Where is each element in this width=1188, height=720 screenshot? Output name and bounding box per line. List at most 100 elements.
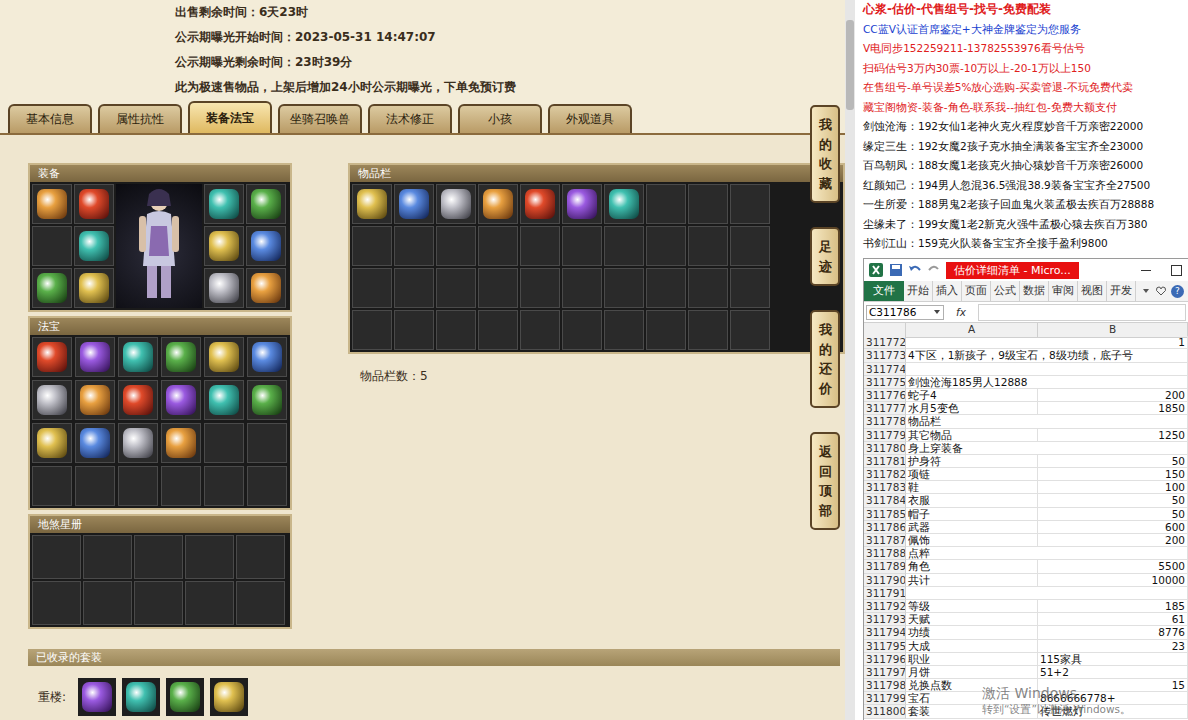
fabao-slot[interactable] [32, 466, 72, 506]
row-header[interactable]: 311798 [864, 679, 906, 692]
inventory-slot[interactable] [394, 184, 434, 224]
row-header[interactable]: 311799 [864, 692, 906, 705]
cell[interactable]: 其它物品 [906, 429, 1038, 442]
inventory-slot[interactable] [604, 184, 644, 224]
cell[interactable]: 100 [1038, 481, 1188, 494]
row-header[interactable]: 311772 [864, 336, 906, 349]
cell[interactable]: 50 [1038, 494, 1188, 507]
row-header[interactable]: 311781 [864, 455, 906, 468]
cell[interactable]: 角色 [906, 560, 1038, 573]
cell[interactable]: 鞋 [906, 481, 1038, 494]
side-button[interactable]: 我的收藏 [810, 105, 840, 203]
inventory-slot[interactable] [520, 226, 560, 266]
inventory-slot[interactable] [436, 268, 476, 308]
inventory-slot[interactable] [604, 268, 644, 308]
cell[interactable]: 115家具 [1038, 653, 1188, 666]
row-header[interactable]: 311793 [864, 613, 906, 626]
minimize-button[interactable] [1138, 263, 1154, 277]
inventory-slot[interactable] [436, 226, 476, 266]
inventory-slot[interactable] [646, 226, 686, 266]
equipment-slot[interactable] [204, 184, 244, 224]
save-icon[interactable] [889, 263, 903, 277]
cell[interactable]: 职业 [906, 653, 1038, 666]
row-header[interactable]: 311786 [864, 521, 906, 534]
scrollbar[interactable] [845, 0, 855, 720]
tab[interactable]: 外观道具 [548, 104, 632, 133]
inventory-slot[interactable] [730, 184, 770, 224]
inventory-slot[interactable] [478, 310, 518, 350]
row-header[interactable]: 311778 [864, 415, 906, 428]
set-item[interactable] [166, 678, 204, 716]
row-header[interactable]: 311776 [864, 389, 906, 402]
cell[interactable]: 大成 [906, 640, 1038, 653]
row-header[interactable]: 311794 [864, 626, 906, 639]
equipment-slot[interactable] [246, 184, 286, 224]
inventory-slot[interactable] [352, 310, 392, 350]
fabao-slot[interactable] [118, 423, 158, 463]
row-header[interactable]: 311792 [864, 600, 906, 613]
ribbon-tab[interactable]: 视图 [1078, 281, 1107, 301]
inventory-slot[interactable] [688, 310, 728, 350]
cell[interactable]: 护身符 [906, 455, 1038, 468]
star-slot[interactable] [83, 581, 132, 625]
fabao-slot[interactable] [118, 337, 158, 377]
cell[interactable]: 8666666778+ [1038, 692, 1188, 705]
cell[interactable]: 61 [1038, 613, 1188, 626]
fabao-slot[interactable] [75, 337, 115, 377]
side-button[interactable]: 返回顶部 [810, 432, 840, 530]
row-header[interactable]: 311780 [864, 442, 906, 455]
row-header[interactable]: 311782 [864, 468, 906, 481]
inventory-slot[interactable] [394, 226, 434, 266]
tab[interactable]: 装备法宝 [188, 101, 272, 133]
inventory-slot[interactable] [436, 184, 476, 224]
tab[interactable]: 小孩 [458, 104, 542, 133]
inventory-slot[interactable] [352, 268, 392, 308]
cell[interactable]: 10000 [1038, 574, 1188, 587]
row-header[interactable]: 311785 [864, 508, 906, 521]
fabao-slot[interactable] [204, 423, 244, 463]
undo-icon[interactable] [908, 263, 922, 277]
row-header[interactable]: 311784 [864, 494, 906, 507]
fabao-slot[interactable] [75, 380, 115, 420]
cell[interactable]: 200 [1038, 389, 1188, 402]
tab[interactable]: 法术修正 [368, 104, 452, 133]
name-box[interactable]: C311786 [866, 305, 944, 320]
cell[interactable]: 月饼 [906, 666, 1038, 679]
equipment-slot[interactable] [74, 226, 114, 266]
fabao-slot[interactable] [32, 337, 72, 377]
equipment-slot[interactable] [204, 226, 244, 266]
row-header[interactable]: 311773 [864, 349, 906, 362]
cell[interactable]: 1250 [1038, 429, 1188, 442]
cell[interactable]: 150 [1038, 468, 1188, 481]
tab[interactable]: 基本信息 [8, 104, 92, 133]
inventory-slot[interactable] [688, 268, 728, 308]
fabao-slot[interactable] [204, 466, 244, 506]
cell[interactable]: 1850 [1038, 402, 1188, 415]
ribbon-tab[interactable]: 公式 [991, 281, 1020, 301]
cell[interactable]: 传世燃灯 [1038, 705, 1188, 718]
star-slot[interactable] [134, 581, 183, 625]
inventory-slot[interactable] [352, 226, 392, 266]
ribbon-tab[interactable]: 插入 [933, 281, 962, 301]
row-header[interactable]: 311795 [864, 640, 906, 653]
cell[interactable]: 4下区，1新孩子，9级宝石，8级功绩，底子号 [906, 349, 1188, 362]
row-header[interactable]: 311800 [864, 705, 906, 718]
row-header[interactable]: 311774 [864, 363, 906, 376]
dropdown-icon[interactable] [933, 308, 941, 316]
inventory-slot[interactable] [562, 184, 602, 224]
help-button[interactable]: ? [1171, 285, 1184, 298]
tab[interactable]: 坐骑召唤兽 [278, 104, 362, 133]
cell[interactable]: 剑蚀沧海185男人12888 [906, 376, 1188, 389]
star-slot[interactable] [236, 581, 285, 625]
set-item[interactable] [78, 678, 116, 716]
inventory-slot[interactable] [646, 310, 686, 350]
row-header[interactable]: 311783 [864, 481, 906, 494]
row-header[interactable]: 311775 [864, 376, 906, 389]
fabao-slot[interactable] [247, 466, 287, 506]
cell[interactable]: 等级 [906, 600, 1038, 613]
inventory-slot[interactable] [730, 268, 770, 308]
cell[interactable]: 物品栏 [906, 415, 1188, 428]
star-slot[interactable] [32, 535, 81, 579]
cell[interactable]: 8776 [1038, 626, 1188, 639]
row-header[interactable]: 311789 [864, 560, 906, 573]
